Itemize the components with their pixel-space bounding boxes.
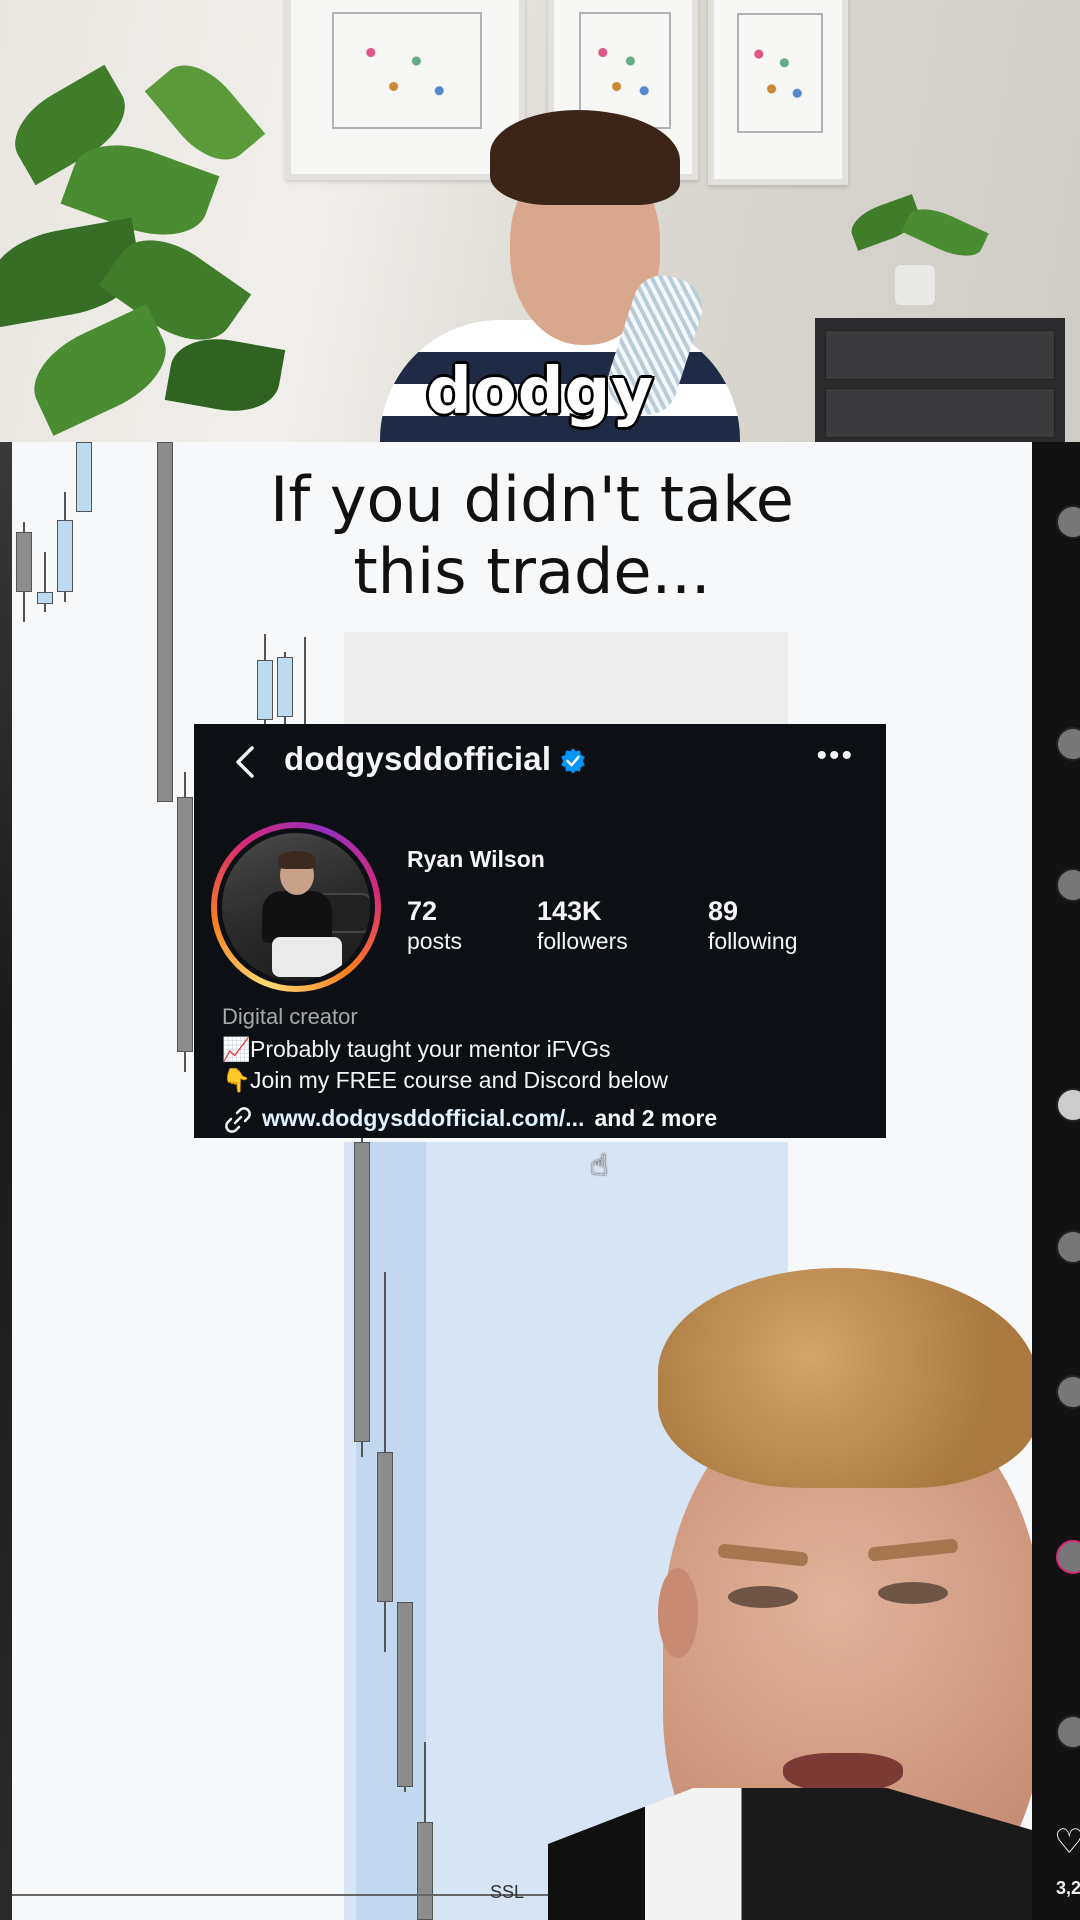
link-chain-icon	[225, 1107, 251, 1133]
headline: If you didn't take this trade...	[222, 464, 842, 608]
pointing-down-emoji: 👇	[222, 1067, 251, 1093]
profile-bio: 📈Probably taught your mentor iFVGs 👇Join…	[222, 1034, 668, 1096]
stat-following-value: 89	[708, 896, 739, 926]
candle	[257, 660, 273, 720]
like-count: 3,2	[1056, 1878, 1080, 1898]
candle	[16, 532, 32, 592]
stat-followers[interactable]: 143K followers	[537, 896, 628, 956]
bio-line-2: Join my FREE course and Discord below	[250, 1067, 668, 1093]
chart-increasing-emoji: 📈	[222, 1036, 251, 1062]
bio-line-1: Probably taught your mentor iFVGs	[250, 1036, 611, 1062]
candle	[76, 442, 92, 512]
caption-word: dodgy	[424, 353, 655, 431]
candle	[157, 442, 173, 802]
avatar-photo	[222, 833, 370, 981]
stat-followers-value: 143K	[537, 896, 602, 926]
candle	[37, 592, 53, 604]
profile-link[interactable]: www.dodgysddofficial.com/... and 2 more	[222, 1104, 717, 1136]
headline-line-2: this trade...	[353, 535, 711, 608]
chevron-left-icon[interactable]	[226, 742, 266, 782]
more-options-icon[interactable]: •••	[816, 741, 854, 771]
heart-icon[interactable]: ♡	[1054, 1822, 1080, 1862]
profile-username: dodgysddofficial	[284, 740, 552, 777]
right-side-rail	[1032, 442, 1080, 1920]
stat-following-label: following	[708, 928, 798, 954]
candle	[354, 1142, 370, 1442]
candle	[417, 1822, 433, 1920]
verified-badge-icon	[561, 748, 586, 774]
facecam-overlay	[548, 1268, 1032, 1920]
profile-link-url[interactable]: www.dodgysddofficial.com/...	[262, 1105, 584, 1131]
headline-line-1: If you didn't take	[270, 463, 794, 536]
candle	[177, 797, 193, 1052]
avatar[interactable]	[211, 822, 381, 992]
stat-following[interactable]: 89 following	[708, 896, 798, 956]
stat-posts-value: 72	[407, 896, 438, 926]
stat-followers-label: followers	[537, 928, 628, 954]
left-edge-strip	[0, 442, 12, 1920]
stat-posts-label: posts	[407, 928, 462, 954]
instagram-profile-card: dodgysddofficial ••• Ryan Wilson 72 post…	[194, 724, 886, 1138]
candle	[377, 1452, 393, 1602]
candle	[277, 657, 293, 717]
candle	[397, 1602, 413, 1787]
top-video-frame: dodgy	[0, 0, 1080, 442]
profile-category: Digital creator	[222, 1004, 358, 1029]
stat-posts[interactable]: 72 posts	[407, 896, 462, 956]
ssl-label: SSL	[490, 1882, 525, 1902]
profile-link-more[interactable]: and 2 more	[594, 1105, 717, 1131]
hand-cursor-icon: ☝	[590, 1148, 609, 1183]
profile-display-name: Ryan Wilson	[407, 846, 545, 872]
profile-username-header: dodgysddofficial	[284, 740, 587, 778]
candle	[57, 520, 73, 592]
